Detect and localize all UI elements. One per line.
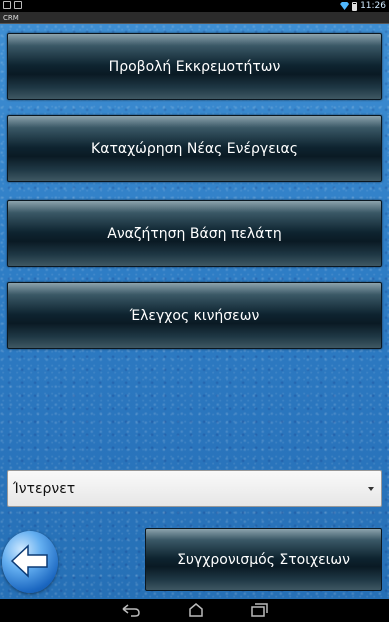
nav-back-icon[interactable]: [120, 603, 142, 617]
new-action-button[interactable]: Καταχώρηση Νέας Ενέργειας: [7, 115, 382, 182]
system-nav-bar: [0, 599, 389, 622]
dropdown-caret-icon: [368, 487, 374, 491]
mail-notification-icon: [14, 1, 22, 9]
status-bar: 11:26: [0, 0, 389, 12]
search-customer-button[interactable]: Αναζήτηση Βάση πελάτη: [7, 200, 382, 267]
connection-type-value: Ίντερνετ: [13, 481, 76, 497]
back-button[interactable]: [2, 531, 58, 593]
view-pending-button[interactable]: Προβολή Εκκρεμοτήτων: [7, 33, 382, 100]
image-notification-icon: [3, 1, 11, 9]
connection-type-select[interactable]: Ίντερνετ: [7, 470, 382, 507]
arrow-left-icon: [10, 544, 48, 578]
app-title-bar: CRM: [0, 12, 389, 24]
nav-home-icon[interactable]: [186, 603, 206, 617]
notification-icons: [3, 1, 22, 9]
battery-icon: [352, 1, 358, 11]
nav-recent-apps-icon[interactable]: [249, 603, 269, 617]
sync-data-button[interactable]: Συγχρονισμός Στοιχειων: [145, 528, 382, 591]
movements-check-button[interactable]: Έλεγχος κινήσεων: [7, 282, 382, 349]
wifi-icon: [340, 2, 350, 10]
app-title: CRM: [3, 14, 19, 22]
clock: 11:26: [360, 1, 386, 11]
